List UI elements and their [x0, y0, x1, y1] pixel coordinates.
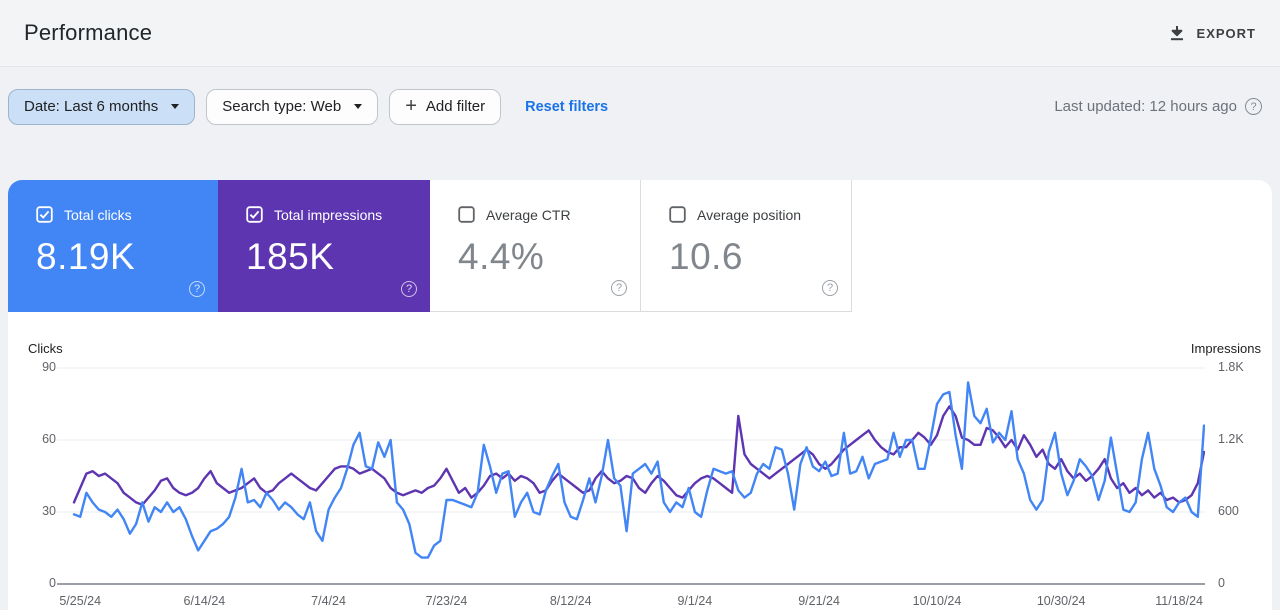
help-icon[interactable]	[822, 280, 838, 296]
export-button[interactable]: EXPORT	[1164, 18, 1260, 48]
right-axis-title: Impressions	[1190, 341, 1261, 356]
help-icon[interactable]	[1245, 98, 1262, 115]
date-filter-chip[interactable]: Date: Last 6 months	[8, 88, 196, 125]
metric-value: 8.19K	[36, 236, 136, 277]
chart-plot[interactable]	[57, 365, 1205, 587]
add-filter-button[interactable]: + Add filter	[389, 88, 502, 125]
x-axis-labels: 5/25/24 6/14/24 7/4/24 7/23/24 8/12/24 9/1/24…	[57, 594, 1205, 610]
x-axis-tick-label: 8/12/24	[549, 594, 592, 608]
metric-value: 10.6	[669, 236, 744, 277]
help-icon[interactable]	[189, 281, 205, 297]
filter-bar: Date: Last 6 months Search type: Web + A…	[0, 68, 1280, 145]
export-label: EXPORT	[1196, 25, 1256, 41]
checkbox-checked-icon[interactable]	[246, 206, 263, 223]
x-axis-tick-label: 10/30/24	[1036, 594, 1086, 608]
plus-icon: +	[405, 94, 417, 117]
search-type-label: Search type: Web	[222, 98, 342, 115]
metric-card-total-impressions[interactable]: Total impressions 185K	[218, 180, 430, 312]
y-axis-tick-label: 60	[42, 432, 56, 446]
checkbox-checked-icon[interactable]	[36, 206, 53, 223]
metric-label: Total impressions	[274, 206, 383, 223]
last-updated: Last updated: 12 hours ago	[1054, 98, 1262, 115]
help-icon[interactable]	[401, 281, 417, 297]
metric-card-total-clicks[interactable]: Total clicks 8.19K	[8, 180, 218, 312]
top-bar: Performance EXPORT	[0, 0, 1280, 67]
search-type-filter-chip[interactable]: Search type: Web	[206, 88, 379, 125]
metric-value: 4.4%	[458, 236, 545, 277]
y-axis-tick-label: 1.8K	[1218, 360, 1244, 374]
page-title: Performance	[24, 20, 153, 45]
x-axis-tick-label: 7/4/24	[311, 594, 346, 608]
y-axis-tick-label: 1.2K	[1218, 432, 1244, 446]
help-icon[interactable]	[611, 280, 627, 296]
y-axis-tick-label: 0	[1218, 576, 1225, 590]
reset-filters-link[interactable]: Reset filters	[525, 99, 608, 115]
y-axis-tick-label: 0	[49, 576, 56, 590]
x-axis-tick-label: 10/10/24	[912, 594, 962, 608]
metric-cards-row: Total clicks 8.19K Total impressions 185…	[8, 180, 1272, 312]
x-axis-tick-label: 5/25/24	[59, 594, 102, 608]
x-axis-tick-label: 9/1/24	[677, 594, 713, 608]
checkbox-unchecked-icon[interactable]	[458, 206, 475, 223]
metric-label: Average position	[697, 206, 802, 223]
metric-card-average-ctr[interactable]: Average CTR 4.4%	[430, 180, 641, 312]
last-updated-text: Last updated: 12 hours ago	[1054, 98, 1237, 115]
x-axis-tick-label: 9/21/24	[798, 594, 840, 608]
x-axis-tick-label: 11/18/24	[1155, 594, 1204, 608]
performance-panel: Total clicks 8.19K Total impressions 185…	[8, 180, 1272, 610]
y-axis-tick-label: 90	[42, 360, 56, 374]
metric-value: 185K	[246, 236, 335, 277]
metric-label: Total clicks	[64, 206, 132, 223]
series-line-impressions[interactable]	[72, 405, 1205, 507]
checkbox-unchecked-icon[interactable]	[669, 206, 686, 223]
y-axis-tick-label: 600	[1218, 504, 1239, 518]
metric-card-average-position[interactable]: Average position 10.6	[641, 180, 852, 312]
date-filter-label: Date: Last 6 months	[24, 98, 159, 115]
left-axis-title: Clicks	[28, 341, 63, 356]
x-axis-tick-label: 6/14/24	[183, 594, 226, 608]
download-icon	[1168, 24, 1186, 42]
metric-label: Average CTR	[486, 206, 571, 223]
x-axis-tick-label: 7/23/24	[425, 594, 468, 608]
chevron-down-icon	[171, 104, 180, 109]
y-axis-tick-label: 30	[42, 504, 56, 518]
chevron-down-icon	[354, 104, 363, 109]
add-filter-label: Add filter	[425, 98, 486, 115]
series-line-clicks[interactable]	[72, 381, 1205, 559]
